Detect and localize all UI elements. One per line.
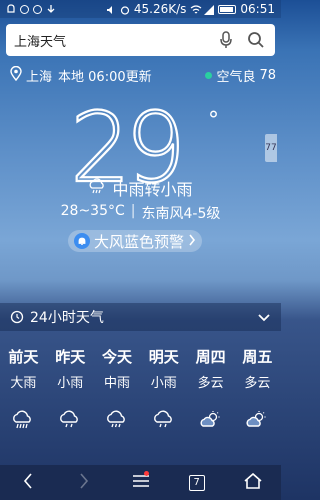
update-time: 本地 06:00更新: [58, 69, 152, 85]
wind: 东南风4-5级: [141, 206, 221, 222]
forecast-day-condition: 多云: [244, 376, 271, 391]
clock-icon: [10, 310, 24, 324]
status-time: 06:51: [240, 2, 275, 16]
wifi-icon: [190, 4, 202, 14]
temp-wind-line: 28~35°C | 东南风4-5级: [0, 203, 281, 222]
forecast-day-condition: 大雨: [10, 376, 37, 391]
notification-dot: [143, 471, 149, 476]
heavy-rain-icon: [11, 410, 35, 430]
network-speed: 45.26K/s: [133, 2, 187, 16]
air-quality-value: 78: [259, 67, 276, 83]
current-condition: 中雨转小雨: [112, 180, 193, 199]
location-pin-icon[interactable]: [10, 65, 22, 85]
menu-button[interactable]: [112, 465, 168, 500]
weather-warning-button[interactable]: 大风蓝色预警: [68, 230, 203, 252]
forecast-day-name: 昨天: [55, 348, 86, 366]
app-notification-icon-2: [33, 4, 42, 14]
cloud-rain-icon: [88, 178, 106, 198]
forecast-day-name: 周四: [195, 348, 226, 366]
forecast-day-name: 周五: [242, 348, 273, 366]
forecast-day-name: 今天: [101, 348, 132, 366]
search-icon[interactable]: [245, 29, 267, 51]
app-notification-icon: [20, 4, 29, 14]
temp-range: 28~35°C: [60, 203, 125, 219]
back-button[interactable]: [0, 465, 56, 500]
forecast-day-condition: 小雨: [57, 376, 84, 391]
chevron-right-icon: [188, 232, 196, 250]
partly-cloudy-icon: [199, 410, 223, 430]
signal-icon: [204, 4, 215, 15]
moderate-rain-icon: [105, 410, 129, 430]
status-bar: 45.26K/s 06:51: [0, 0, 281, 18]
forecast-day[interactable]: 周四 多云: [187, 346, 234, 446]
current-condition-line: 中雨转小雨: [0, 177, 281, 199]
forecast-day[interactable]: 明天 小雨: [140, 346, 187, 446]
home-button[interactable]: [225, 465, 281, 500]
forward-button[interactable]: [56, 465, 112, 500]
download-icon: [46, 4, 56, 14]
side-tab[interactable]: 77: [265, 134, 277, 162]
daily-forecast: 前天 大雨 昨天 小雨 今天 中雨 明天 小雨 周四 多云 周五 多云: [0, 346, 281, 446]
partly-cloudy-icon: [245, 410, 269, 430]
forecast-day-name: 前天: [8, 348, 39, 366]
air-quality-dot-icon: [205, 71, 213, 79]
forecast-day[interactable]: 前天 大雨: [0, 346, 47, 446]
microphone-icon[interactable]: [215, 29, 237, 51]
forecast-day-condition: 中雨: [103, 376, 130, 391]
location-row: 上海 本地 06:00更新 空气良 78: [10, 65, 276, 85]
divider: |: [130, 203, 136, 219]
bell-icon: [74, 233, 90, 249]
forecast-day-name: 明天: [148, 348, 179, 366]
hourly-weather-header[interactable]: 24小时天气: [0, 303, 281, 331]
search-input[interactable]: 上海天气: [14, 31, 207, 50]
bottom-navigation: 7: [0, 465, 281, 500]
chevron-right-icon: [79, 472, 89, 493]
chevron-down-icon[interactable]: [257, 310, 271, 324]
air-quality[interactable]: 空气良 78: [205, 66, 276, 85]
light-rain-icon: [152, 410, 176, 430]
alarm-icon: [120, 4, 130, 15]
light-rain-icon: [58, 410, 82, 430]
degree-symbol: °: [208, 108, 219, 133]
tab-count: 7: [188, 474, 205, 491]
home-icon: [244, 472, 262, 493]
air-quality-label: 空气良: [216, 69, 256, 85]
warning-text: 大风蓝色预警: [94, 232, 185, 251]
notification-icon: [6, 4, 16, 14]
city-name[interactable]: 上海: [26, 66, 52, 85]
forecast-day-condition: 小雨: [150, 376, 177, 391]
forecast-day[interactable]: 周五 多云: [234, 346, 281, 446]
mute-icon: [106, 4, 116, 14]
chevron-left-icon: [23, 472, 33, 493]
tabs-button[interactable]: 7: [169, 465, 225, 500]
forecast-day-condition: 多云: [197, 376, 224, 391]
forecast-day[interactable]: 昨天 小雨: [47, 346, 94, 446]
forecast-day[interactable]: 今天 中雨: [94, 346, 141, 446]
hourly-title: 24小时天气: [30, 310, 104, 326]
search-bar[interactable]: 上海天气: [6, 24, 275, 56]
battery-icon: [218, 4, 237, 14]
